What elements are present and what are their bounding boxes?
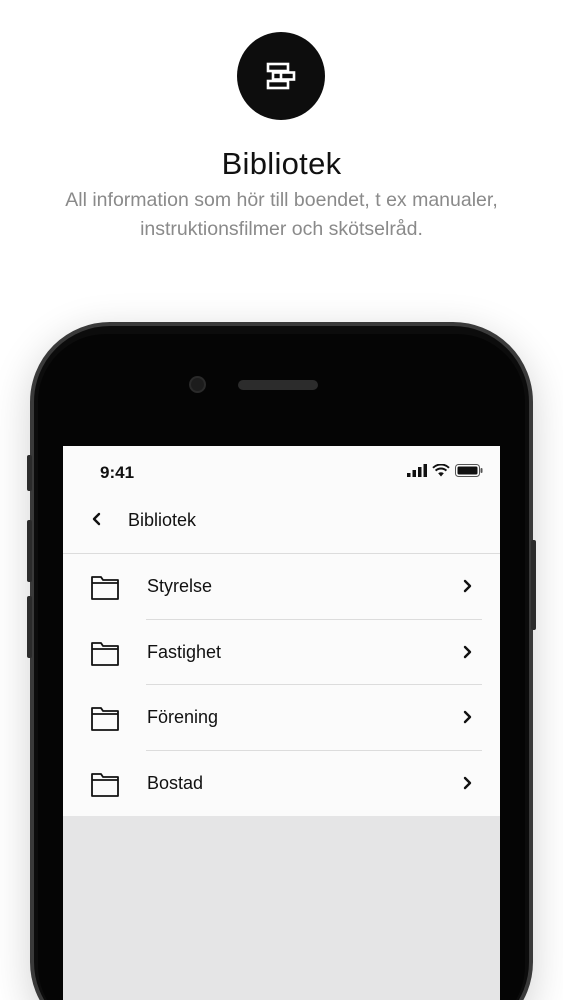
wifi-icon (432, 464, 450, 477)
folder-icon (91, 641, 119, 666)
hero-title: Bibliotek (221, 146, 342, 181)
folder-icon (91, 707, 119, 731)
list-item-label: Styrelse (147, 576, 213, 596)
nav-title: Bibliotek (128, 510, 197, 530)
list-item-label: Fastighet (147, 641, 222, 662)
app-header: 9:41 Bibliotek (63, 446, 500, 554)
list-item[interactable]: Bostad (63, 751, 500, 817)
status-icons (407, 464, 483, 477)
list-item[interactable]: Förening (63, 685, 500, 751)
chevron-right-icon (463, 710, 472, 724)
hero-icon-circle (237, 32, 325, 120)
status-time: 9:41 (100, 463, 135, 482)
folder-icon (91, 576, 119, 600)
chevron-right-icon (463, 579, 472, 593)
phone-speaker (238, 380, 318, 390)
phone-volume-down (27, 596, 32, 658)
signal-icon (407, 464, 427, 477)
phone-screen: 9:41 Bibliotek Styrelse Fastighet Föreni… (63, 446, 500, 1000)
phone-camera (189, 376, 206, 393)
list-item[interactable]: Fastighet (63, 620, 500, 685)
list-item-label: Bostad (147, 772, 204, 793)
library-icon (266, 62, 296, 90)
chevron-left-icon[interactable] (89, 510, 105, 528)
list-item[interactable]: Styrelse (63, 554, 500, 620)
folder-icon (91, 772, 119, 797)
hero-subtitle: All information som hör till boendet, t … (65, 189, 498, 240)
battery-icon (455, 464, 483, 477)
phone-power-button (531, 540, 536, 630)
folder-list: Styrelse Fastighet Förening Bostad (63, 554, 500, 816)
list-item-label: Förening (147, 707, 219, 727)
chevron-right-icon (463, 776, 472, 789)
phone-mute-switch (27, 455, 32, 491)
phone-volume-up (27, 520, 32, 582)
chevron-right-icon (463, 645, 472, 658)
promo-page: Bibliotek All information som hör till b… (0, 0, 563, 1000)
